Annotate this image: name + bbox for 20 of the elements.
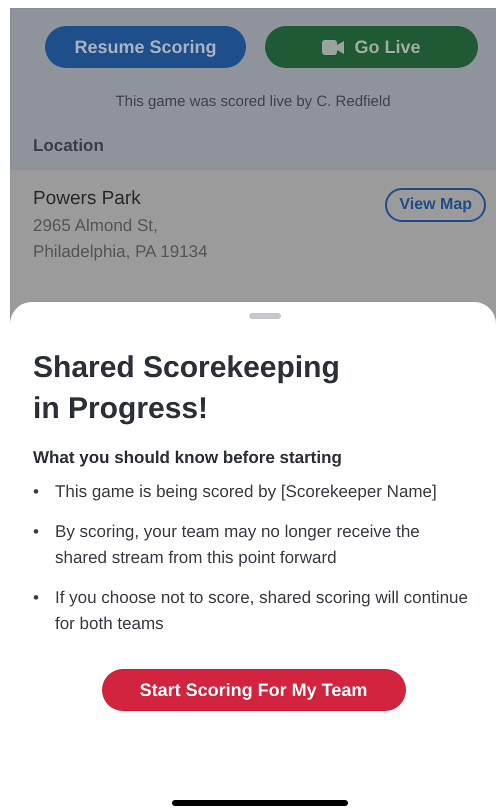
- address-line: Philadelphia, PA 19134: [33, 241, 208, 263]
- view-map-button[interactable]: View Map: [385, 188, 486, 222]
- bullet-marker: •: [33, 481, 40, 503]
- bullet-text: If you choose not to score, shared scoring will continue for both teams: [55, 587, 469, 635]
- bullet-marker: •: [33, 521, 40, 543]
- resume-button[interactable]: Resume Scoring: [45, 26, 246, 68]
- go-live-button[interactable]: Go Live: [265, 26, 478, 68]
- bullet-text: This game is being scored by [Scorekeeper Name]: [55, 481, 438, 503]
- sheet-subtitle: What you should know before starting: [33, 448, 343, 468]
- scored-by-text: This game was scored live by C. Redfield: [114, 93, 392, 110]
- bullet-marker: •: [33, 587, 40, 609]
- video-camera-icon: [322, 40, 344, 54]
- location-name: Powers Park: [33, 188, 142, 210]
- start-scoring-button[interactable]: Start Scoring For My Team: [102, 669, 406, 711]
- drag-handle[interactable]: [248, 313, 280, 319]
- section-header: Location: [33, 136, 104, 155]
- sheet-title: Shared Scorekeeping: [33, 350, 341, 386]
- sheet-title: in Progress!: [33, 391, 210, 427]
- bullet-text: By scoring, your team may no longer receive the shared stream from this point forward: [55, 521, 421, 569]
- address-line: 2965 Almond St,: [33, 215, 159, 237]
